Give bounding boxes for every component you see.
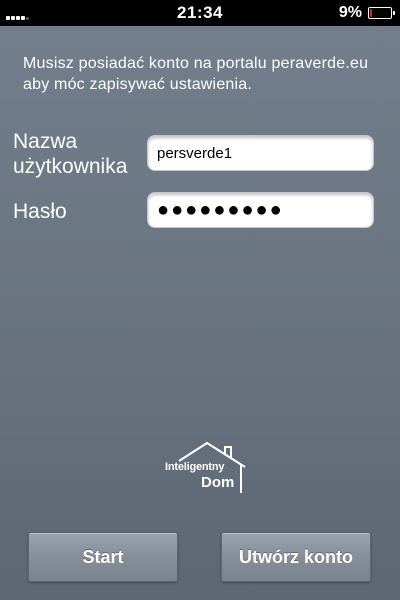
inteligentny-dom-logo: Inteligentny Dom: [165, 441, 249, 497]
battery-icon: [368, 7, 395, 19]
username-label: Nazwa użytkownika: [13, 130, 128, 178]
status-bar: 21:34 9%: [0, 0, 400, 26]
create-account-button[interactable]: Utwórz konto: [221, 532, 371, 582]
logo-text-inteligentny: Inteligentny: [165, 461, 225, 473]
battery-percentage: 9%: [338, 4, 362, 21]
logo-text-dom: Dom: [201, 474, 235, 491]
start-button[interactable]: Start: [28, 532, 178, 582]
password-label: Hasło: [13, 200, 67, 223]
account-required-message: Musisz posiadać konto na portalu peraver…: [23, 55, 369, 93]
start-button-label: Start: [82, 546, 124, 567]
password-input[interactable]: [147, 192, 374, 228]
create-account-button-label: Utwórz konto: [239, 546, 353, 567]
battery-level-fill: [370, 9, 372, 17]
login-screen: Musisz posiadać konto na portalu peraver…: [0, 26, 400, 600]
username-input[interactable]: [147, 135, 374, 171]
